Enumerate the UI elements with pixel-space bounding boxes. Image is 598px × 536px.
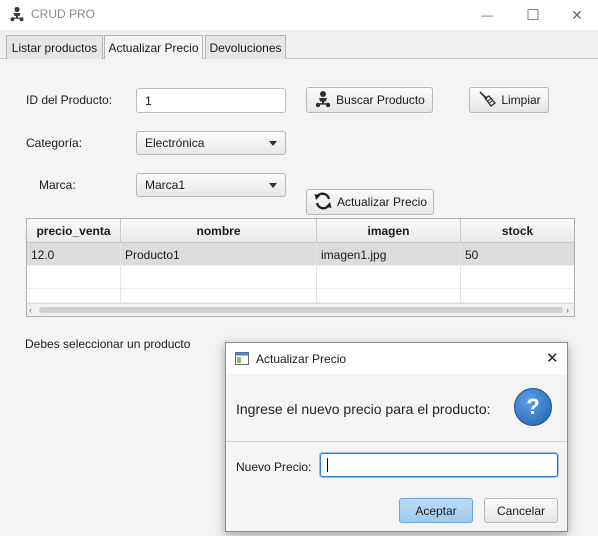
scroll-right-icon[interactable]: › (566, 305, 569, 315)
update-price-label: Actualizar Precio (336, 195, 428, 209)
minimize-icon: — (481, 8, 493, 22)
accept-button[interactable]: Aceptar (399, 498, 473, 523)
brand-select[interactable]: Marca1 (136, 173, 286, 197)
update-price-dialog: Actualizar Precio ✕ Ingrese el nuevo pre… (225, 342, 568, 532)
accept-label: Aceptar (415, 503, 457, 518)
tab-label: Devoluciones (209, 40, 282, 55)
products-table: precio_venta nombre imagen stock 12.0 Pr… (26, 218, 575, 317)
tab-listar-productos[interactable]: Listar productos (6, 35, 103, 59)
tab-label: Listar productos (11, 40, 98, 55)
chevron-down-icon (269, 140, 277, 146)
column-header[interactable]: nombre (121, 219, 317, 243)
text-caret (327, 458, 328, 472)
window-title: CRUD PRO (31, 7, 96, 21)
dialog-close-icon[interactable]: ✕ (546, 349, 559, 367)
product-id-input[interactable]: 1 (136, 88, 286, 113)
column-header[interactable]: imagen (317, 219, 461, 243)
question-glyph: ? (526, 394, 540, 419)
maximize-icon: ☐ (526, 7, 540, 24)
dialog-header: Ingrese el nuevo precio para el producto… (226, 374, 567, 442)
dialog-titlebar: Actualizar Precio ✕ (226, 343, 567, 374)
close-button[interactable]: ✕ (554, 0, 598, 30)
clear-label: Limpiar (501, 93, 541, 107)
new-price-label: Nuevo Precio: (236, 460, 312, 474)
question-icon: ? (514, 388, 552, 426)
app-icon (9, 6, 25, 22)
search-product-label: Buscar Producto (336, 93, 425, 107)
close-icon: ✕ (571, 6, 583, 23)
brand-value: Marca1 (145, 178, 186, 192)
table-cell: imagen1.jpg (317, 243, 461, 266)
column-header[interactable]: stock (461, 219, 574, 243)
column-header[interactable]: precio_venta (27, 219, 121, 243)
search-product-button[interactable]: Buscar Producto (306, 87, 433, 113)
tab-devoluciones[interactable]: Devoluciones (205, 35, 286, 59)
minimize-button[interactable]: — (464, 0, 510, 30)
user-search-icon (314, 90, 332, 111)
window-icon (235, 352, 249, 368)
refresh-icon (313, 191, 333, 214)
scroll-left-icon[interactable]: ‹ (29, 305, 32, 315)
table-cell: Producto1 (121, 243, 317, 266)
product-id-label: ID del Producto: (26, 93, 113, 107)
category-label: Categoría: (26, 136, 83, 150)
scrollbar-thumb[interactable] (39, 307, 563, 313)
table-cell: 50 (465, 247, 479, 262)
broom-icon (477, 90, 497, 111)
table-row-empty (27, 289, 574, 303)
table-cell: 12.0 (27, 243, 121, 266)
category-value: Electrónica (145, 136, 205, 150)
horizontal-scrollbar[interactable]: ‹ › (27, 303, 574, 316)
maximize-button[interactable]: ☐ (510, 0, 556, 30)
cancel-label: Cancelar (496, 503, 546, 518)
clear-button[interactable]: Limpiar (469, 87, 549, 113)
table-row-empty (27, 266, 574, 289)
status-message: Debes seleccionar un producto (25, 337, 191, 351)
product-id-value: 1 (145, 93, 152, 108)
category-select[interactable]: Electrónica (136, 131, 286, 155)
chevron-down-icon (269, 182, 277, 188)
new-price-input[interactable] (320, 453, 558, 477)
cancel-button[interactable]: Cancelar (484, 498, 558, 523)
tab-label: Actualizar Precio (108, 41, 199, 55)
window-titlebar: CRUD PRO — ☐ ✕ (0, 0, 598, 30)
dialog-title: Actualizar Precio (256, 352, 347, 366)
tab-actualizar-precio[interactable]: Actualizar Precio (104, 35, 203, 60)
update-price-button[interactable]: Actualizar Precio (306, 189, 434, 215)
dialog-header-text: Ingrese el nuevo precio para el producto… (236, 401, 491, 417)
brand-label: Marca: (39, 178, 76, 192)
table-row[interactable]: 12.0 Producto1 imagen1.jpg 50 (27, 243, 574, 266)
